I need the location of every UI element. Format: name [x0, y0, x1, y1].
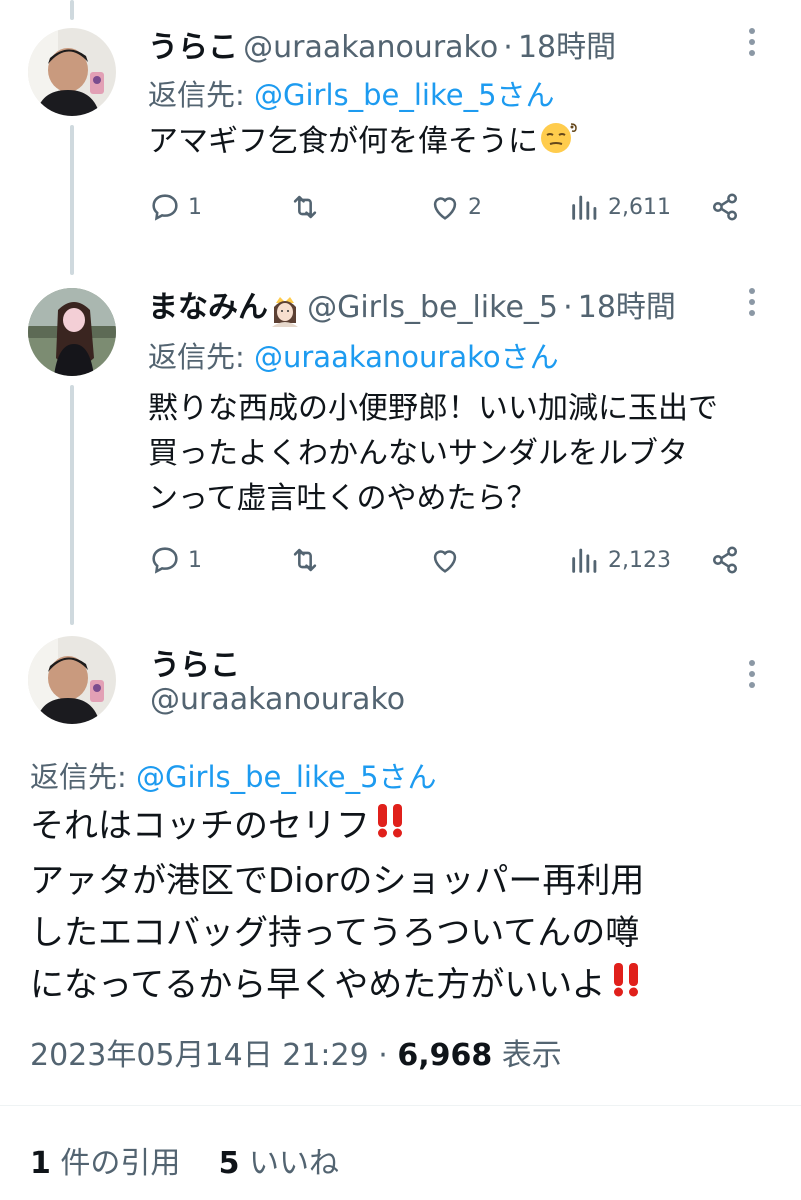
- views-button[interactable]: 2,611: [568, 190, 671, 224]
- tweet-text: 黙りな西成の小便野郎！いい加減に玉出で 買ったよくわかんないサンダルをルブタ ン…: [148, 386, 718, 521]
- share-icon: [712, 546, 738, 574]
- reply-suffix: さん: [500, 340, 559, 374]
- tweet-text-line: になってるから早くやめた方がいいよ: [30, 959, 790, 1014]
- thread-line-top: [70, 0, 74, 20]
- reply-button[interactable]: 1: [148, 543, 202, 577]
- tweet-datetime[interactable]: 2023年05月14日 21:29: [30, 1038, 369, 1073]
- tweet-text-line: 黙りな西成の小便野郎！いい加減に玉出で: [148, 391, 718, 426]
- likes-label: いいね: [249, 1146, 339, 1181]
- retweet-button[interactable]: [288, 543, 328, 577]
- thread-line-1: [70, 125, 74, 275]
- double-exclamation-icon: [606, 959, 646, 1014]
- reply-suffix: さん: [496, 78, 555, 112]
- avatar[interactable]: [28, 636, 116, 724]
- thread-line-2: [70, 385, 74, 625]
- separator-dot: ·: [563, 290, 573, 325]
- reply-to-link[interactable]: @Girls_be_like_5: [254, 78, 497, 112]
- tweet-actions: 1 2 2,611: [148, 190, 748, 230]
- more-options-icon[interactable]: [748, 28, 756, 61]
- quotes-count: 1: [30, 1146, 51, 1181]
- view-count: 2,611: [608, 194, 671, 220]
- reply-prefix: 返信先:: [148, 340, 254, 374]
- reply-button[interactable]: 1: [148, 190, 202, 224]
- views-button[interactable]: 2,123: [568, 543, 671, 577]
- more-options-icon[interactable]: [748, 288, 756, 321]
- reply-to-line: 返信先: @Girls_be_like_5さん: [30, 754, 437, 796]
- retweet-icon: [293, 195, 317, 219]
- tweet-meta: 2023年05月14日 21:29 · 6,968 表示: [30, 1030, 562, 1074]
- view-label: 表示: [501, 1038, 562, 1073]
- tweet-text: アマギフ乞食が何を偉そうに: [148, 118, 580, 167]
- reply-icon: [152, 194, 178, 221]
- engagement-stats: 1 件の引用 5 いいね: [30, 1138, 339, 1182]
- like-button[interactable]: [428, 543, 468, 577]
- reply-count: 1: [188, 194, 202, 220]
- reply-to-line: 返信先: @Girls_be_like_5さん: [148, 72, 555, 114]
- tweet-text-segment: になってるから早くやめた方がいいよ: [30, 965, 606, 1005]
- divider: [0, 1105, 801, 1106]
- user-handle[interactable]: @uraakanourako: [243, 30, 498, 65]
- double-exclamation-icon: [370, 800, 410, 855]
- tweet-header: うらこ @uraakanourako · 18時間: [148, 22, 616, 66]
- views-icon: [572, 548, 597, 573]
- share-button[interactable]: [708, 190, 748, 224]
- tweet-text-line: 買ったよくわかんないサンダルをルブタ: [148, 436, 688, 471]
- view-count: 2,123: [608, 547, 671, 573]
- likes-count: 5: [218, 1146, 240, 1181]
- main-tweet-text: それはコッチのセリフ アァタが港区でDiorのショッパー再利用 したエコバッグ持…: [30, 800, 790, 1014]
- timestamp[interactable]: 18時間: [518, 30, 616, 65]
- like-count: 2: [468, 194, 482, 220]
- display-name[interactable]: まなみん: [148, 290, 268, 325]
- more-options-icon[interactable]: [748, 660, 756, 693]
- drooling-face-icon: [538, 118, 580, 167]
- avatar[interactable]: [28, 288, 116, 376]
- tweet-actions: 1 2,123: [148, 543, 748, 583]
- reply-count: 1: [188, 547, 202, 573]
- reply-suffix: さん: [378, 760, 437, 794]
- likes-link[interactable]: 5 いいね: [219, 1146, 339, 1181]
- reply-to-line: 返信先: @uraakanourakoさん: [148, 334, 559, 376]
- user-handle[interactable]: @uraakanourako: [150, 682, 405, 717]
- share-button[interactable]: [708, 543, 748, 577]
- reply-to-link[interactable]: @uraakanourako: [254, 340, 501, 374]
- tweet-text-line: したエコバッグ持ってうろついてんの噂: [30, 913, 640, 953]
- tweet-text-body: アマギフ乞食が何を偉そうに: [148, 124, 538, 159]
- views-icon: [572, 195, 597, 220]
- reply-icon: [152, 547, 178, 574]
- reply-prefix: 返信先:: [148, 78, 254, 112]
- tweet-text-line: それはコッチのセリフ: [30, 800, 790, 855]
- main-tweet-name: うらこ: [150, 640, 240, 684]
- display-name[interactable]: うらこ: [148, 30, 238, 65]
- tweet-text-line: アァタが港区でDiorのショッパー再利用: [30, 861, 645, 901]
- avatar[interactable]: [28, 28, 116, 116]
- quotes-label: 件の引用: [60, 1146, 181, 1181]
- main-tweet-handle: @uraakanourako: [150, 682, 405, 717]
- separator-dot: ·: [503, 30, 513, 65]
- retweet-icon: [293, 548, 317, 572]
- heart-icon: [433, 550, 457, 573]
- timestamp[interactable]: 18時間: [578, 290, 676, 325]
- reply-prefix: 返信先:: [30, 760, 136, 794]
- tweet-text-line: ンって虚言吐くのやめたら？: [148, 481, 537, 516]
- retweet-button[interactable]: [288, 190, 328, 224]
- view-count: 6,968: [397, 1038, 493, 1073]
- heart-icon: [433, 197, 457, 220]
- reply-to-link[interactable]: @Girls_be_like_5: [136, 760, 379, 794]
- tweet-header: まなみん @Girls_be_like_5 · 18時間: [148, 282, 676, 331]
- share-icon: [712, 193, 738, 221]
- princess-icon: [268, 295, 302, 331]
- like-button[interactable]: 2: [428, 190, 482, 224]
- user-handle[interactable]: @Girls_be_like_5: [307, 290, 558, 325]
- quotes-link[interactable]: 1 件の引用: [30, 1146, 180, 1181]
- separator-dot: ·: [378, 1038, 388, 1073]
- display-name[interactable]: うらこ: [150, 648, 240, 683]
- tweet-text-segment: それはコッチのセリフ: [30, 806, 370, 846]
